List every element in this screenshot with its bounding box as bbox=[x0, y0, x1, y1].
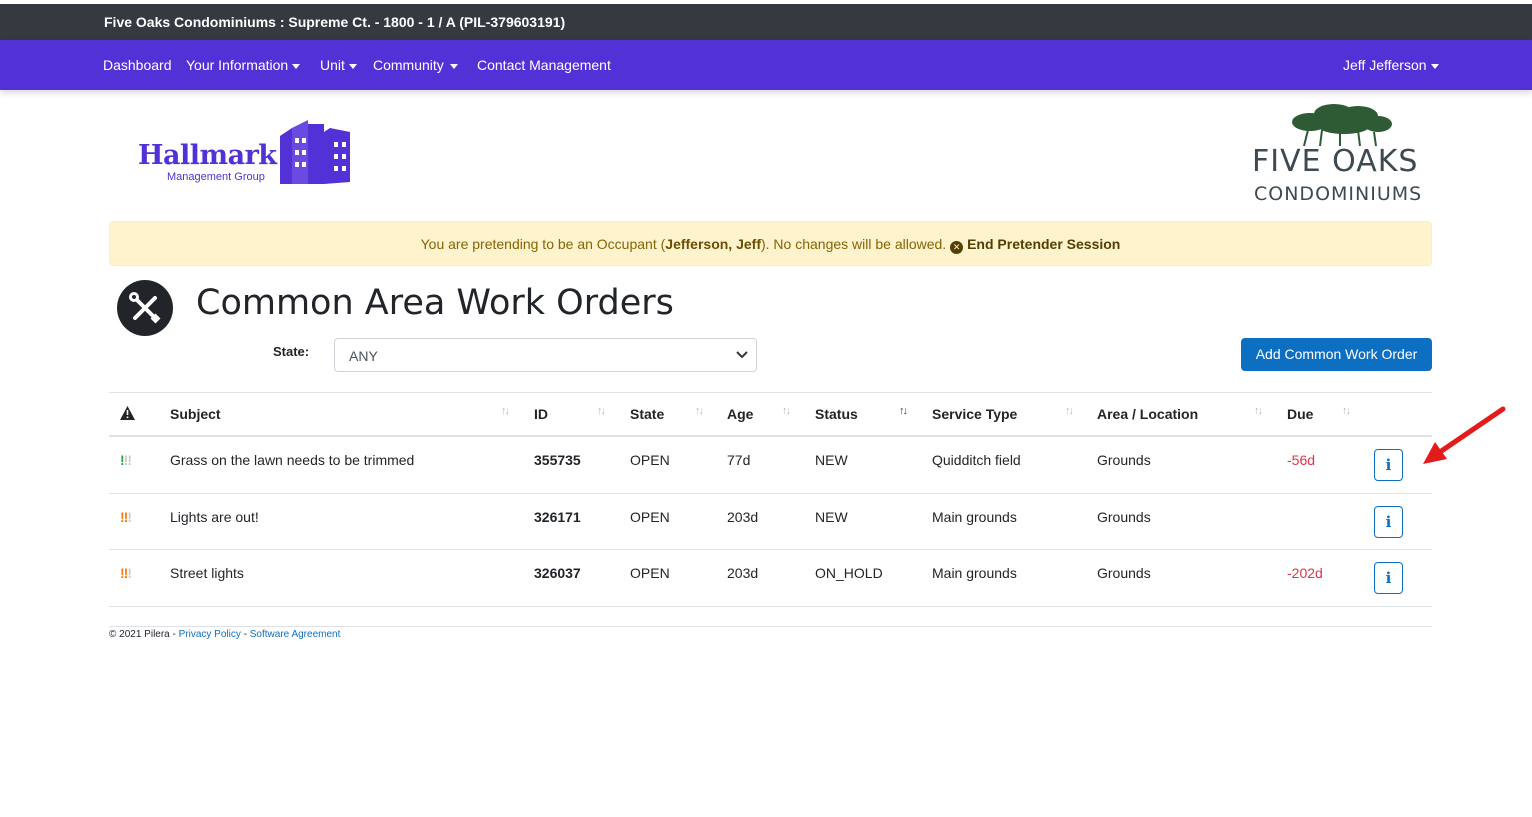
col-service-type[interactable]: Service Type bbox=[932, 406, 1017, 422]
warning-icon bbox=[120, 406, 135, 420]
nav-your-information[interactable]: Your Information bbox=[186, 57, 301, 73]
footer-separator: - bbox=[240, 629, 250, 640]
priority-medium-icon: !!! bbox=[120, 508, 132, 525]
privacy-policy-link[interactable]: Privacy Policy bbox=[179, 629, 241, 640]
nav-community[interactable]: Community bbox=[373, 57, 458, 73]
col-subject[interactable]: Subject bbox=[170, 406, 221, 422]
cell-age: 203d bbox=[727, 508, 759, 525]
nav-dashboard[interactable]: Dashboard bbox=[103, 57, 172, 73]
five-oaks-logo: FIVE OAKS CONDOMINIUMS bbox=[1252, 102, 1434, 206]
nav-community-label: Community bbox=[373, 57, 444, 73]
cell-service-type: Quidditch field bbox=[932, 452, 1021, 468]
sort-icon[interactable]: ↑↓ bbox=[1254, 405, 1263, 417]
state-filter-value: ANY bbox=[349, 348, 378, 364]
cell-state: OPEN bbox=[630, 452, 670, 468]
cell-subject: Street lights bbox=[170, 565, 244, 581]
cell-subject: Grass on the lawn needs to be trimmed bbox=[170, 452, 415, 468]
col-id[interactable]: ID bbox=[534, 406, 548, 422]
col-due[interactable]: Due bbox=[1287, 406, 1313, 422]
hallmark-logo-subtitle: Management Group bbox=[167, 171, 265, 183]
info-button[interactable]: i bbox=[1374, 449, 1403, 481]
page-title: Common Area Work Orders bbox=[196, 283, 674, 323]
main-navbar: Dashboard Your Information Unit Communit… bbox=[0, 40, 1532, 90]
state-filter-select[interactable]: ANY bbox=[334, 338, 757, 372]
col-area-location[interactable]: Area / Location bbox=[1097, 406, 1198, 422]
footer: © 2021 Pilera - Privacy Policy - Softwar… bbox=[109, 629, 340, 640]
nav-unit[interactable]: Unit bbox=[320, 57, 357, 73]
cell-age: 203d bbox=[727, 565, 759, 581]
top-title-bar: Five Oaks Condominiums : Supreme Ct. - 1… bbox=[0, 4, 1532, 40]
alert-suffix: ). No changes will be allowed. bbox=[760, 236, 947, 252]
cell-status: NEW bbox=[815, 452, 848, 468]
cell-state: OPEN bbox=[630, 508, 670, 525]
cell-area: Grounds bbox=[1097, 508, 1151, 525]
col-age[interactable]: Age bbox=[727, 406, 753, 422]
close-circle-icon: ✕ bbox=[950, 241, 964, 254]
table-row[interactable]: !!! Grass on the lawn needs to be trimme… bbox=[109, 437, 1432, 494]
sort-icon[interactable]: ↑↓ bbox=[597, 405, 606, 417]
footer-divider bbox=[109, 626, 1432, 627]
pretender-alert: You are pretending to be an Occupant (Je… bbox=[109, 221, 1432, 266]
sort-icon[interactable]: ↑↓ bbox=[501, 405, 510, 417]
caret-down-icon bbox=[449, 63, 458, 69]
building-icon bbox=[280, 120, 350, 184]
hallmark-logo-name: Hallmark bbox=[138, 140, 277, 171]
footer-copyright: © 2021 Pilera - bbox=[109, 629, 179, 640]
hallmark-logo: Hallmark Management Group bbox=[138, 118, 358, 188]
col-state[interactable]: State bbox=[630, 406, 664, 422]
oak-tree-icon bbox=[1292, 104, 1392, 146]
chevron-down-icon bbox=[736, 351, 748, 359]
sort-icon[interactable]: ↑↓ bbox=[1065, 405, 1074, 417]
nav-unit-label: Unit bbox=[320, 57, 345, 73]
table-header: Subject ↑↓ ID ↑↓ State ↑↓ Age ↑↓ Status … bbox=[109, 392, 1432, 437]
caret-down-icon bbox=[348, 63, 357, 69]
cell-area: Grounds bbox=[1097, 452, 1151, 468]
cell-due: -202d bbox=[1287, 565, 1323, 581]
end-pretender-label: End Pretender Session bbox=[967, 236, 1121, 252]
software-agreement-link[interactable]: Software Agreement bbox=[250, 629, 341, 640]
caret-down-icon bbox=[292, 63, 301, 69]
red-arrow-annotation-icon bbox=[1423, 406, 1506, 464]
priority-low-icon: !!! bbox=[120, 452, 132, 468]
state-filter-label: State: bbox=[273, 344, 310, 359]
alert-occupant-name: Jefferson, Jeff bbox=[665, 236, 761, 252]
wrench-screwdriver-icon bbox=[129, 292, 161, 324]
priority-medium-icon: !!! bbox=[120, 565, 132, 581]
tools-icon bbox=[117, 280, 173, 336]
cell-id: 326171 bbox=[534, 508, 581, 525]
cell-status: ON_HOLD bbox=[815, 565, 883, 581]
sort-icon[interactable]: ↑↓ bbox=[782, 405, 791, 417]
cell-due: -56d bbox=[1287, 452, 1316, 468]
work-orders-table: Subject ↑↓ ID ↑↓ State ↑↓ Age ↑↓ Status … bbox=[109, 392, 1432, 607]
end-pretender-session-link[interactable]: ✕ End Pretender Session bbox=[950, 236, 1121, 254]
cell-age: 77d bbox=[727, 452, 751, 468]
cell-state: OPEN bbox=[630, 565, 670, 581]
nav-your-information-label: Your Information bbox=[186, 57, 289, 73]
table-row[interactable]: !!! Lights are out! 326171 OPEN 203d NEW… bbox=[109, 494, 1432, 550]
cell-status: NEW bbox=[815, 508, 848, 525]
sort-ascending-icon[interactable]: ↑↓ bbox=[899, 405, 908, 417]
table-row[interactable]: !!! Street lights 326037 OPEN 203d ON_HO… bbox=[109, 550, 1432, 607]
alert-prefix: You are pretending to be an Occupant ( bbox=[420, 236, 666, 252]
cell-area: Grounds bbox=[1097, 565, 1151, 581]
cell-service-type: Main grounds bbox=[932, 508, 1017, 525]
property-title: Five Oaks Condominiums : Supreme Ct. - 1… bbox=[104, 14, 566, 30]
user-menu[interactable]: Jeff Jefferson bbox=[1343, 57, 1439, 73]
five-oaks-logo-subtitle: CONDOMINIUMS bbox=[1254, 183, 1423, 205]
info-button[interactable]: i bbox=[1374, 505, 1403, 538]
user-name: Jeff Jefferson bbox=[1343, 57, 1427, 73]
cell-service-type: Main grounds bbox=[932, 565, 1017, 581]
add-common-work-order-button[interactable]: Add Common Work Order bbox=[1241, 338, 1432, 371]
sort-icon[interactable]: ↑↓ bbox=[695, 405, 704, 417]
nav-contact-management[interactable]: Contact Management bbox=[477, 57, 611, 73]
col-status[interactable]: Status bbox=[815, 406, 858, 422]
cell-subject: Lights are out! bbox=[170, 508, 259, 525]
caret-down-icon bbox=[1430, 63, 1439, 69]
five-oaks-logo-name: FIVE OAKS bbox=[1252, 144, 1419, 179]
sort-icon[interactable]: ↑↓ bbox=[1342, 405, 1351, 417]
cell-id: 355735 bbox=[534, 452, 581, 468]
info-button[interactable]: i bbox=[1374, 562, 1403, 594]
cell-id: 326037 bbox=[534, 565, 581, 581]
